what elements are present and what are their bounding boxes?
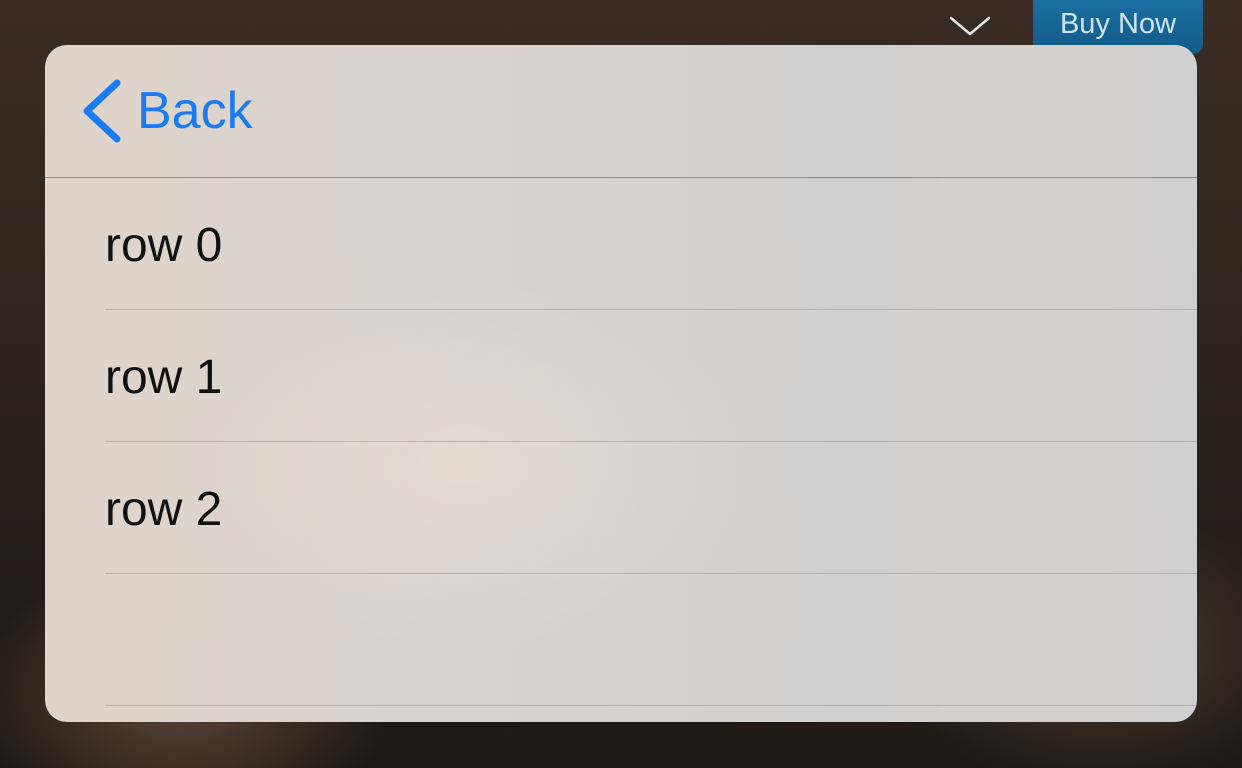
- popover-panel: Back row 0 row 1 row 2: [45, 45, 1197, 722]
- row-label: row 1: [105, 351, 223, 404]
- chevron-down-icon[interactable]: [948, 12, 992, 40]
- back-label: Back: [137, 82, 253, 140]
- chevron-left-icon: [83, 79, 121, 143]
- back-button[interactable]: Back: [81, 79, 253, 143]
- table-row[interactable]: row 2: [105, 442, 1197, 574]
- row-label: row 0: [105, 219, 223, 272]
- row-label: row 2: [105, 483, 223, 536]
- buy-now-label: Buy Now: [1059, 7, 1177, 40]
- empty-table-row: [105, 574, 1197, 706]
- table-row[interactable]: row 0: [105, 178, 1197, 310]
- navigation-bar: Back: [45, 45, 1197, 178]
- table-row[interactable]: row 1: [105, 310, 1197, 442]
